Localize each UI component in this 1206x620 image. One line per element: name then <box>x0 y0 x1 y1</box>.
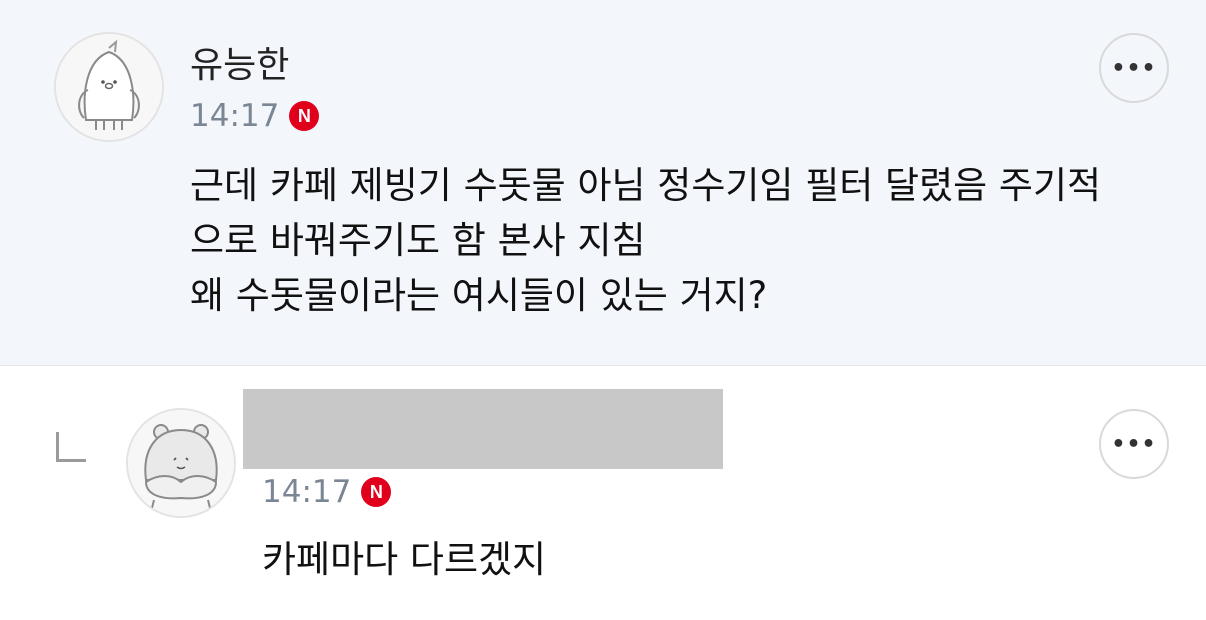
comment-body-line: 으로 바꿔주기도 함 본사 지침 <box>190 219 646 262</box>
comment-time: 14:17 <box>262 474 352 510</box>
profile-avatar[interactable] <box>54 32 164 142</box>
comment-body: 카페마다 다르겠지 <box>262 532 546 587</box>
comment-item: 유능한 14:17 N 근데 카페 제빙기 수돗물 아님 정수기임 필터 달렸음… <box>0 0 1206 366</box>
comment-body-line: 카페마다 다르겠지 <box>262 538 547 581</box>
comment-meta: 14:17 N <box>262 474 392 510</box>
redacted-author-name <box>243 389 723 469</box>
comment-body-line: 근데 카페 제빙기 수돗물 아님 정수기임 필터 달렸음 주기적 <box>190 164 1102 207</box>
comment-meta: 14:17 N <box>190 98 320 134</box>
penguin-avatar-icon <box>56 34 162 140</box>
comment-body: 근데 카페 제빙기 수돗물 아님 정수기임 필터 달렸음 주기적 으로 바꿔주기… <box>190 158 1101 323</box>
new-badge: N <box>361 477 392 507</box>
reply-comment-item: 14:17 N 카페마다 다르겠지 ••• <box>0 367 1206 620</box>
profile-avatar[interactable] <box>126 408 236 518</box>
more-options-button[interactable]: ••• <box>1099 409 1169 479</box>
new-badge: N <box>289 101 320 131</box>
more-options-button[interactable]: ••• <box>1099 33 1169 103</box>
hamster-avatar-icon <box>128 410 234 516</box>
comment-author[interactable]: 유능한 <box>190 46 289 86</box>
comment-time: 14:17 <box>190 98 280 134</box>
reply-arrow-icon <box>56 432 86 462</box>
comment-body-line: 왜 수돗물이라는 여시들이 있는 거지? <box>190 274 768 317</box>
